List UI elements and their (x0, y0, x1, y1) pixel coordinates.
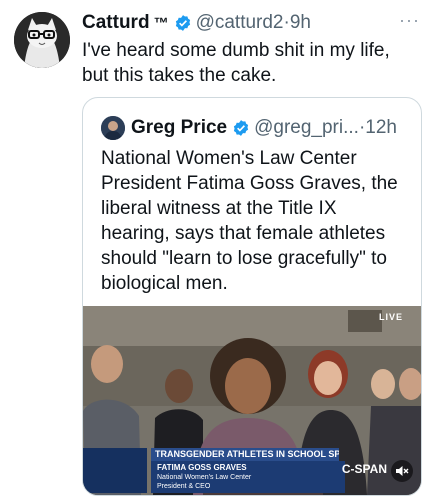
trademark-symbol: ™ (153, 14, 169, 32)
chyron-title: TRANSGENDER ATHLETES IN SCHOOL SPORTS (151, 448, 339, 461)
timestamp[interactable]: 9h (290, 12, 311, 34)
quoted-author-handle[interactable]: @greg_pri... (254, 117, 359, 139)
author-handle[interactable]: @catturd2 (196, 12, 284, 34)
avatar[interactable] (14, 12, 70, 68)
more-options-icon[interactable]: ··· (399, 10, 420, 31)
quoted-text-line: should "learn to lose gracefully" to (101, 248, 387, 269)
tweet-header: Catturd ™ @catturd2 · 9h (82, 10, 422, 36)
quoted-tweet-header: Greg Price @greg_pri... · 12h (101, 116, 411, 140)
speaker-org: National Women's Law Center (157, 474, 252, 481)
tweet-text-line: but this takes the cake. (82, 65, 277, 86)
speaker-role: President & CEO (157, 483, 211, 490)
committee-logo (83, 448, 147, 493)
verified-badge-icon (233, 120, 249, 136)
tweet-text-line: I've heard some dumb shit in my life, (82, 40, 390, 61)
video-player[interactable]: LIVE TRANSGENDER ATHLETES IN SCHOOL SPOR… (83, 306, 421, 495)
quoted-author-name[interactable]: Greg Price (131, 117, 227, 139)
quoted-text-line: hearing, says that female athletes (101, 223, 386, 244)
speaker-name: FATIMA GOSS GRAVES (157, 463, 247, 472)
quoted-timestamp[interactable]: 12h (365, 117, 397, 139)
quoted-tweet-text: National Women's Law Center President Fa… (101, 146, 411, 296)
network-logo: C-SPAN (341, 462, 387, 476)
chyron-speaker: FATIMA GOSS GRAVES National Women's Law … (151, 461, 345, 493)
quoted-text-line: National Women's Law Center (101, 148, 357, 169)
quoted-tweet-card[interactable]: Greg Price @greg_pri... · 12h National W… (82, 97, 422, 496)
quoted-text-line: biological men. (101, 273, 228, 294)
quoted-text-line: liberal witness at the Title IX (101, 198, 337, 219)
tweet-text: I've heard some dumb shit in my life, bu… (82, 38, 422, 88)
quoted-text-line: President Fatima Goss Graves, the (101, 173, 398, 194)
quoted-avatar[interactable] (101, 116, 125, 140)
speaker-muted-icon (396, 466, 409, 476)
verified-badge-icon (175, 15, 190, 31)
author-name[interactable]: Catturd (82, 12, 150, 34)
live-indicator: LIVE (378, 312, 403, 322)
mute-button[interactable] (391, 460, 413, 482)
